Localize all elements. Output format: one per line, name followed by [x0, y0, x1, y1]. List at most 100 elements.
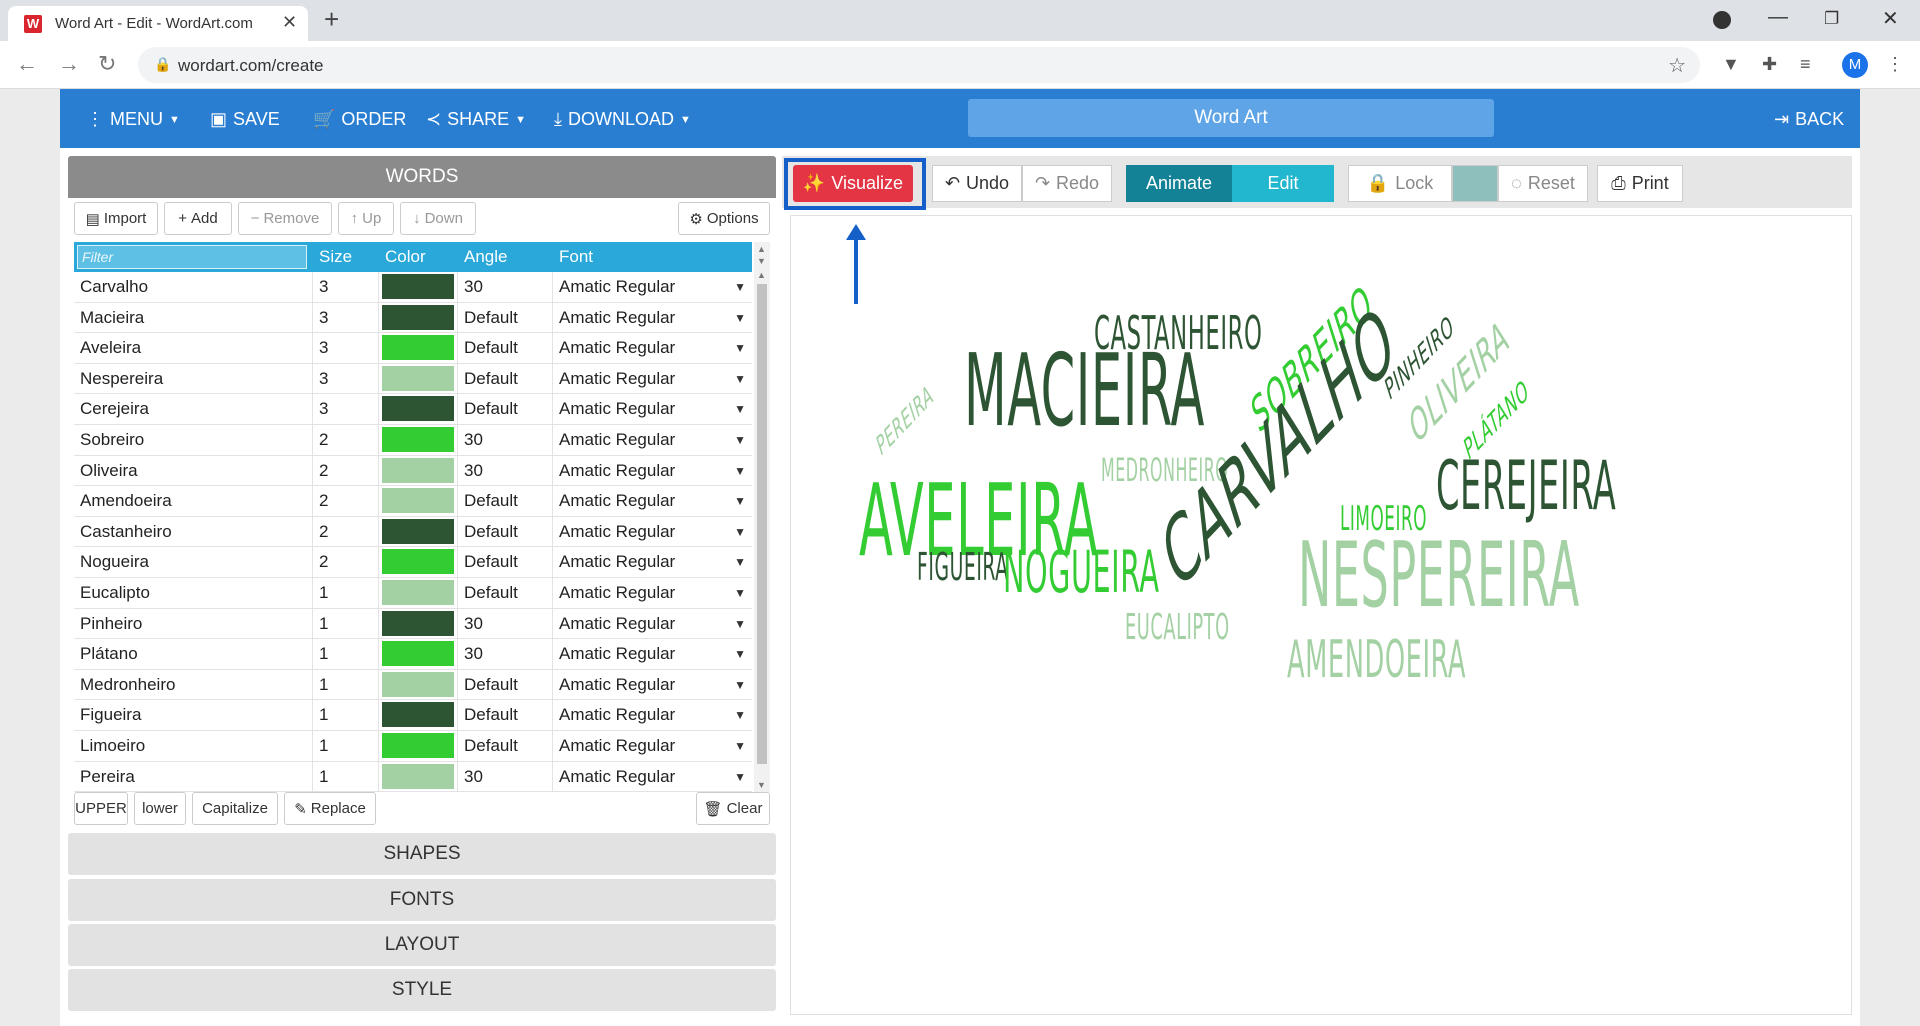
size-cell[interactable]: 1 — [313, 669, 379, 700]
angle-cell[interactable]: Default — [458, 516, 553, 547]
table-row[interactable]: Figueira 1 Default Amatic Regular ▼ — [74, 700, 752, 731]
angle-cell[interactable]: Default — [458, 302, 553, 333]
dropdown-caret-icon[interactable]: ▼ — [734, 517, 746, 547]
table-row[interactable]: Cerejeira 3 Default Amatic Regular ▼ — [74, 394, 752, 425]
save-button[interactable]: ▣ SAVE — [210, 109, 280, 130]
artwork-title[interactable]: Word Art — [968, 99, 1494, 137]
color-swatch[interactable] — [382, 304, 454, 330]
order-button[interactable]: 🛒 ORDER — [313, 109, 406, 130]
clear-button[interactable]: 🗑 Clear — [696, 792, 770, 825]
replace-button[interactable]: ✎ Replace — [284, 792, 376, 825]
scroll-up-small-icon[interactable]: ▲ — [757, 270, 766, 280]
font-cell[interactable]: Amatic Regular ▼ — [553, 547, 752, 577]
fonts-section-header[interactable]: FONTS — [68, 879, 776, 921]
dropdown-caret-icon[interactable]: ▼ — [734, 394, 746, 424]
words-section-header[interactable]: WORDS — [68, 156, 776, 198]
angle-cell[interactable]: 30 — [458, 272, 553, 302]
size-cell[interactable]: 1 — [313, 608, 379, 639]
column-header-angle[interactable]: Angle — [458, 242, 507, 272]
dropdown-caret-icon[interactable]: ▼ — [734, 272, 746, 302]
color-swatch[interactable] — [382, 579, 454, 605]
cloud-word[interactable]: NESPEREIRA — [1298, 531, 1580, 621]
size-cell[interactable]: 3 — [313, 302, 379, 333]
color-cell[interactable] — [379, 730, 458, 761]
word-cell[interactable]: Macieira — [74, 302, 313, 333]
color-cell[interactable] — [379, 639, 458, 670]
layout-section-header[interactable]: LAYOUT — [68, 924, 776, 966]
word-cell[interactable]: Sobreiro — [74, 424, 313, 455]
reload-icon[interactable]: ↻ — [98, 51, 116, 77]
up-button[interactable]: ↑ Up — [338, 202, 394, 235]
color-cell[interactable] — [379, 669, 458, 700]
word-cell[interactable]: Pinheiro — [74, 608, 313, 639]
color-swatch[interactable] — [382, 610, 454, 636]
scroll-thumb[interactable] — [757, 284, 767, 764]
color-swatch[interactable] — [382, 457, 454, 483]
word-cell[interactable]: Eucalipto — [74, 577, 313, 608]
restore-icon[interactable]: ❐ — [1824, 9, 1839, 29]
profile-avatar[interactable]: M — [1842, 52, 1868, 78]
color-swatch[interactable] — [382, 671, 454, 697]
capitalize-button[interactable]: Capitalize — [192, 792, 278, 825]
animate-button[interactable]: Animate — [1126, 165, 1232, 202]
dropdown-caret-icon[interactable]: ▼ — [734, 639, 746, 669]
word-cell[interactable]: Oliveira — [74, 455, 313, 486]
size-cell[interactable]: 1 — [313, 730, 379, 761]
dropdown-caret-icon[interactable]: ▼ — [734, 303, 746, 333]
color-cell[interactable] — [379, 516, 458, 547]
back-arrow-icon[interactable]: ← — [16, 51, 38, 77]
menu-button[interactable]: ⋮ MENU ▼ — [86, 109, 180, 130]
word-cell[interactable]: Carvalho — [74, 272, 313, 302]
browser-tab[interactable]: W Word Art - Edit - WordArt.com ✕ — [8, 6, 308, 41]
dropdown-caret-icon[interactable]: ▼ — [734, 425, 746, 455]
color-cell[interactable] — [379, 608, 458, 639]
options-button[interactable]: ⚙ Options — [678, 202, 770, 235]
word-cell[interactable]: Medronheiro — [74, 669, 313, 700]
cloud-word[interactable]: PEREIRA — [873, 378, 936, 463]
font-cell[interactable]: Amatic Regular ▼ — [553, 333, 752, 363]
font-cell[interactable]: Amatic Regular ▼ — [553, 303, 752, 333]
color-swatch[interactable] — [382, 396, 454, 422]
angle-cell[interactable]: 30 — [458, 761, 553, 792]
font-cell[interactable]: Amatic Regular ▼ — [553, 700, 752, 730]
shapes-section-header[interactable]: SHAPES — [68, 833, 776, 875]
filter-input[interactable] — [77, 245, 307, 269]
size-cell[interactable]: 2 — [313, 516, 379, 547]
angle-cell[interactable]: 30 — [458, 455, 553, 486]
dropdown-caret-icon[interactable]: ▼ — [734, 456, 746, 486]
font-cell[interactable]: Amatic Regular ▼ — [553, 425, 752, 455]
color-cell[interactable] — [379, 424, 458, 455]
table-row[interactable]: Carvalho 3 30 Amatic Regular ▼ — [74, 272, 752, 303]
table-row[interactable]: Pinheiro 1 30 Amatic Regular ▼ — [74, 608, 752, 640]
column-header-font[interactable]: Font — [553, 242, 593, 272]
visualize-button[interactable]: ✨ Visualize — [793, 165, 913, 202]
table-row[interactable]: Sobreiro 2 30 Amatic Regular ▼ — [74, 424, 752, 456]
tab-search-icon[interactable] — [1713, 11, 1731, 29]
bookmark-star-icon[interactable]: ☆ — [1668, 53, 1686, 78]
color-cell[interactable] — [379, 547, 458, 578]
font-cell[interactable]: Amatic Regular ▼ — [553, 609, 752, 639]
cloud-word[interactable]: EUCALIPTO — [1125, 610, 1230, 646]
size-cell[interactable]: 2 — [313, 486, 379, 517]
font-cell[interactable]: Amatic Regular ▼ — [553, 364, 752, 394]
font-cell[interactable]: Amatic Regular ▼ — [553, 731, 752, 761]
new-tab-icon[interactable]: + — [324, 4, 339, 35]
cloud-word[interactable]: CEREJEIRA — [1436, 453, 1616, 521]
angle-cell[interactable]: Default — [458, 700, 553, 731]
font-cell[interactable]: Amatic Regular ▼ — [553, 272, 752, 302]
edit-button[interactable]: Edit — [1232, 165, 1334, 202]
cloud-word[interactable]: MACIEIRA — [964, 341, 1205, 441]
column-header-size[interactable]: Size — [313, 242, 352, 272]
angle-cell[interactable]: Default — [458, 333, 553, 364]
size-cell[interactable]: 3 — [313, 363, 379, 394]
back-button[interactable]: ⇥ BACK — [1774, 109, 1844, 130]
word-cell[interactable]: Castanheiro — [74, 516, 313, 547]
font-cell[interactable]: Amatic Regular ▼ — [553, 670, 752, 700]
browser-menu-icon[interactable]: ⋮ — [1886, 54, 1904, 75]
color-swatch[interactable] — [382, 641, 454, 667]
color-swatch[interactable] — [382, 763, 454, 789]
angle-cell[interactable]: 30 — [458, 424, 553, 455]
color-cell[interactable] — [379, 486, 458, 517]
table-row[interactable]: Limoeiro 1 Default Amatic Regular ▼ — [74, 730, 752, 762]
color-cell[interactable] — [379, 333, 458, 364]
